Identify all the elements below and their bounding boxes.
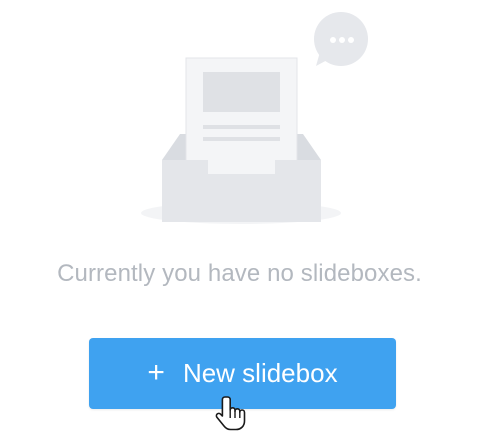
document-line-1 [203, 125, 280, 129]
speech-bubble-icon [314, 12, 368, 66]
empty-inbox-icon [141, 12, 368, 224]
plus-icon: + [147, 355, 165, 389]
hand-pointer-icon [215, 396, 246, 431]
document-image-block [203, 72, 280, 112]
new-slidebox-label: New slidebox [182, 358, 338, 388]
empty-state-page: Currently you have no slideboxes. + New … [0, 0, 479, 434]
document-line-2 [203, 137, 280, 141]
empty-state-message: Currently you have no slideboxes. [57, 260, 422, 287]
